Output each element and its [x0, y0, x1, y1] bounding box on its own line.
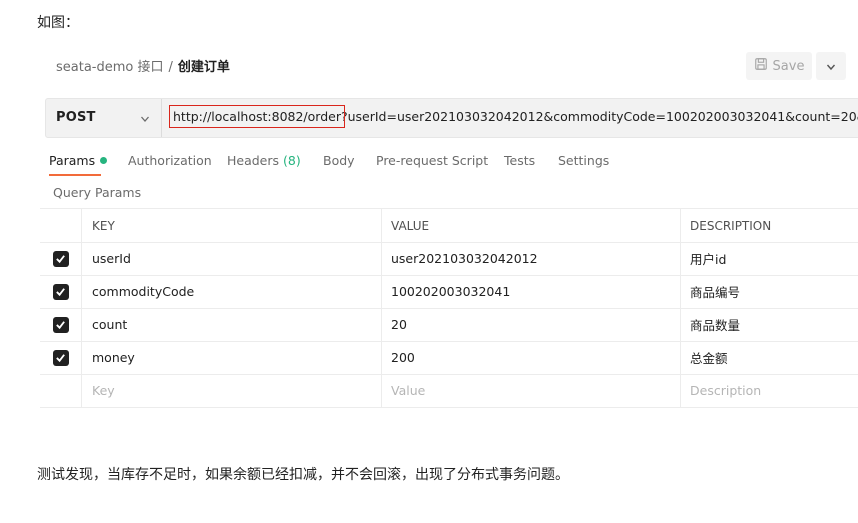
table-row: userId user202103032042012 用户id — [40, 242, 858, 276]
param-description-cell[interactable]: 商品编号 — [680, 275, 858, 308]
param-description-cell[interactable]: 用户id — [680, 242, 858, 275]
method-label: POST — [56, 110, 96, 125]
postman-request-panel: seata-demo 接口 / 创建订单 Save POST http://loca… — [40, 40, 858, 410]
param-value-cell[interactable]: user202103032042012 — [381, 242, 680, 275]
checkmark-icon — [52, 349, 69, 366]
new-value-input[interactable]: Value — [381, 374, 680, 407]
method-select[interactable]: POST — [46, 99, 161, 137]
header-check-cell — [40, 209, 81, 242]
chevron-down-icon — [140, 113, 150, 123]
headers-count-badge: (8) — [283, 153, 301, 168]
table-row: money 200 总金额 — [40, 341, 858, 375]
checkmark-icon — [52, 283, 69, 300]
row-checkbox[interactable] — [40, 308, 81, 341]
column-header-key: KEY — [81, 209, 381, 242]
column-header-value: VALUE — [381, 209, 680, 242]
tab-tests[interactable]: Tests — [504, 153, 535, 168]
new-description-input[interactable]: Description — [680, 374, 858, 407]
breadcrumb: seata-demo 接口 / 创建订单 — [56, 56, 230, 75]
breadcrumb-request-name[interactable]: 创建订单 — [178, 60, 230, 75]
url-base-highlighted: http://localhost:8082/order — [169, 105, 345, 128]
url-query: ?userId=user202103032042012&commodityCod… — [340, 109, 858, 124]
table-header-row: KEY VALUE DESCRIPTION — [40, 208, 858, 243]
param-value-cell[interactable]: 200 — [381, 341, 680, 374]
param-key-cell[interactable]: commodityCode — [81, 275, 381, 308]
param-description-cell[interactable]: 商品数量 — [680, 308, 858, 341]
url-input[interactable]: http://localhost:8082/order?userId=user2… — [169, 105, 858, 128]
breadcrumb-collection[interactable]: seata-demo 接口 — [56, 60, 164, 75]
checkmark-icon — [52, 250, 69, 267]
column-header-description: DESCRIPTION — [680, 209, 858, 242]
tab-authorization[interactable]: Authorization — [128, 153, 212, 168]
table-row: count 20 商品数量 — [40, 308, 858, 342]
table-row: commodityCode 100202003032041 商品编号 — [40, 275, 858, 309]
empty-check-cell — [40, 374, 81, 407]
save-label: Save — [772, 58, 805, 74]
active-tab-underline — [49, 174, 101, 176]
save-icon — [754, 57, 768, 75]
tab-body[interactable]: Body — [323, 153, 355, 168]
save-options-button[interactable] — [816, 52, 846, 80]
breadcrumb-separator: / — [168, 60, 173, 75]
param-description-cell[interactable]: 总金额 — [680, 341, 858, 374]
outro-text: 测试发现，当库存不足时，如果余额已经扣减，并不会回滚，出现了分布式事务问题。 — [37, 467, 569, 483]
new-param-row: Key Value Description — [40, 374, 858, 408]
tab-settings[interactable]: Settings — [558, 153, 609, 168]
row-checkbox[interactable] — [40, 341, 81, 374]
intro-text: 如图： — [37, 15, 79, 31]
param-key-cell[interactable]: userId — [81, 242, 381, 275]
method-divider — [161, 99, 162, 137]
param-key-cell[interactable]: money — [81, 341, 381, 374]
row-checkbox[interactable] — [40, 242, 81, 275]
save-button[interactable]: Save — [746, 52, 812, 80]
tab-params-label: Params — [49, 153, 96, 168]
new-key-input[interactable]: Key — [81, 374, 381, 407]
param-key-cell[interactable]: count — [81, 308, 381, 341]
tab-params[interactable]: Params — [49, 153, 108, 168]
tab-headers[interactable]: Headers (8) — [227, 153, 301, 168]
chevron-down-icon — [826, 57, 836, 76]
row-checkbox[interactable] — [40, 275, 81, 308]
tab-prerequest-script[interactable]: Pre-request Script — [376, 153, 488, 168]
request-url-bar: POST http://localhost:8082/order?userId=… — [45, 98, 858, 138]
query-params-title: Query Params — [53, 185, 142, 200]
param-value-cell[interactable]: 100202003032041 — [381, 275, 680, 308]
params-active-indicator — [100, 157, 108, 164]
param-value-cell[interactable]: 20 — [381, 308, 680, 341]
tab-headers-label: Headers — [227, 153, 280, 168]
checkmark-icon — [52, 316, 69, 333]
